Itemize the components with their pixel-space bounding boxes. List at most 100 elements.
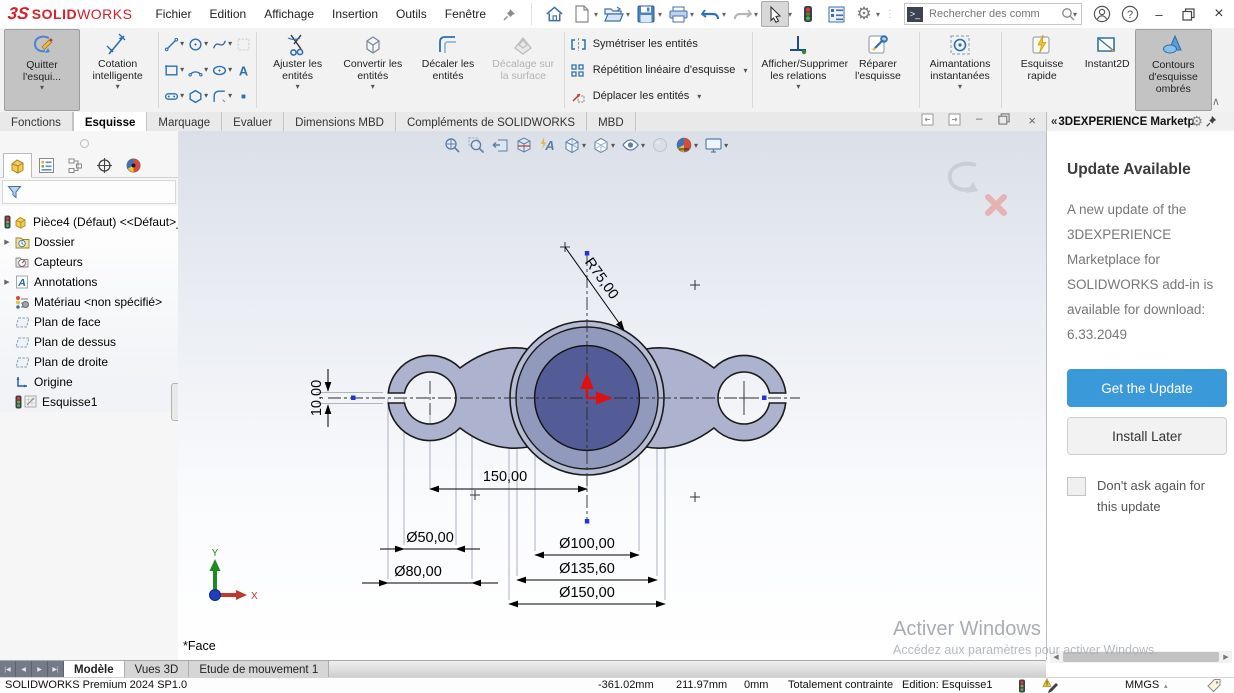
new-dropdown-caret[interactable]: ▾ (594, 10, 598, 19)
repair-sketch-button[interactable]: Réparer l'esquisse (840, 29, 915, 111)
tree-item-plan-dessus[interactable]: Plan de dessus (0, 332, 178, 352)
new-document-icon[interactable] (569, 2, 595, 26)
tree-item-plan-face[interactable]: Plan de face (0, 312, 178, 332)
split-pane-right-icon[interactable] (948, 113, 961, 130)
dont-ask-checkbox[interactable] (1067, 477, 1086, 496)
tree-item-materiau[interactable]: Matériau <non spécifié> (0, 292, 178, 312)
search-dropdown-caret[interactable]: ▾ (1073, 10, 1077, 19)
first-tab-icon[interactable]: |◀ (0, 661, 16, 678)
rectangle-tool-icon[interactable]: ▾ (163, 62, 185, 79)
open-icon[interactable] (601, 2, 627, 26)
close-document-icon[interactable]: × (1028, 113, 1036, 130)
ellipse-tool-icon[interactable]: ▾ (211, 62, 233, 79)
next-tab-icon[interactable]: ▶ (32, 661, 48, 678)
display-relations-button[interactable]: Afficher/Supprimer les relations ▾ (756, 29, 840, 111)
select-dropdown-caret[interactable]: ▾ (788, 10, 792, 19)
display-relations-caret[interactable]: ▾ (796, 83, 800, 91)
redo-dropdown-caret[interactable]: ▾ (754, 10, 758, 19)
menu-affichage[interactable]: Affichage (255, 0, 323, 28)
graphics-area[interactable]: A ▾ ▾ ▾ ▾ ▾ (178, 131, 1046, 660)
command-search[interactable]: >_ ▾ (904, 3, 1082, 25)
point-tool-icon[interactable] (235, 88, 252, 105)
options-dropdown-caret[interactable]: ▾ (876, 10, 880, 19)
tab-featuremanager-icon[interactable] (3, 153, 32, 178)
save-icon[interactable] (633, 2, 659, 26)
quick-sketch-button[interactable]: Esquisse rapide (1004, 29, 1079, 111)
minimize-document-icon[interactable]: – (976, 113, 982, 130)
open-dropdown-caret[interactable]: ▾ (626, 10, 630, 19)
tab-displaymanager-icon[interactable] (119, 153, 148, 178)
tab-evaluer[interactable]: Evaluer (222, 112, 284, 133)
menu-fenetre[interactable]: Fenêtre (436, 0, 495, 28)
scroll-thumb[interactable] (1063, 652, 1219, 662)
tree-item-annotations[interactable]: ▶ A Annotations (0, 272, 178, 292)
tree-item-origine[interactable]: Origine (0, 372, 178, 392)
split-pane-left-icon[interactable] (921, 113, 934, 130)
convert-entities-button[interactable]: Convertir les entités ▾ (335, 29, 410, 111)
options-gear-icon[interactable]: ⚙ (851, 2, 877, 26)
tab-modele[interactable]: Modèle (64, 661, 125, 678)
install-later-button[interactable]: Install Later (1067, 417, 1227, 455)
scroll-right-icon[interactable]: ▶ (1220, 653, 1232, 661)
smart-dimension-caret[interactable]: ▾ (116, 83, 120, 91)
sketch-edit-pencil-icon[interactable]: ! (1040, 678, 1058, 693)
tab-dimensions-mbd[interactable]: Dimensions MBD (284, 112, 396, 133)
tab-configurationmanager-icon[interactable] (61, 153, 90, 178)
tree-item-esquisse1[interactable]: Esquisse1 (0, 392, 178, 412)
taskpane-hscrollbar[interactable]: ◀ ▶ (1050, 651, 1232, 663)
file-properties-icon[interactable] (823, 2, 849, 26)
search-input[interactable] (927, 7, 1061, 21)
print-dropdown-caret[interactable]: ▾ (690, 10, 694, 19)
tab-mbd[interactable]: MBD (587, 112, 636, 133)
restore-document-icon[interactable] (998, 113, 1010, 130)
menu-fichier[interactable]: Fichier (146, 0, 200, 28)
slot-tool-icon[interactable]: ▾ (163, 88, 185, 105)
minimize-window-icon[interactable]: – (1144, 1, 1174, 27)
dimension-dia50[interactable]: Ø50,00 (380, 530, 480, 549)
trim-entities-button[interactable]: Ajuster les entités ▾ (260, 29, 335, 111)
linear-pattern-caret[interactable]: ▾ (743, 67, 747, 75)
tab-marquage[interactable]: Marquage (147, 112, 222, 133)
home-icon[interactable] (541, 2, 567, 26)
undo-icon[interactable] (697, 2, 723, 26)
taskpane-collapse-icon[interactable]: « (1051, 116, 1057, 128)
dimension-r75[interactable]: R75,00 (565, 247, 624, 330)
sketch-text-icon[interactable]: A (235, 62, 252, 79)
dimension-10[interactable]: 10,00 (309, 369, 328, 427)
smart-dimension-button[interactable]: Cotation intelligente ▾ (80, 29, 155, 111)
polygon-tool-icon[interactable]: ▾ (187, 88, 209, 105)
last-tab-icon[interactable]: ▶| (48, 661, 64, 678)
tree-item-dossier[interactable]: ▶ Dossier (0, 232, 178, 252)
fillet-tool-icon[interactable]: ▾ (211, 88, 233, 105)
dimension-dia135[interactable]: Ø135,60 (517, 561, 657, 580)
tab-propertymanager-icon[interactable] (32, 153, 61, 178)
tab-fonctions[interactable]: Fonctions (0, 112, 73, 133)
offset-entities-button[interactable]: Décaler les entités (410, 29, 485, 111)
circle-tool-icon[interactable]: ▾ (187, 36, 209, 53)
taskpane-gear-icon[interactable]: ⚙ (1191, 113, 1204, 130)
tab-etude-mouvement[interactable]: Etude de mouvement 1 (189, 661, 329, 678)
sketch-drawing[interactable]: R75,00 10,00 150,00 Ø50,00 Ø80,00 (178, 131, 1046, 660)
redo-icon[interactable] (729, 2, 755, 26)
arc-tool-icon[interactable]: ▾ (187, 62, 209, 79)
undo-dropdown-caret[interactable]: ▾ (722, 10, 726, 19)
account-icon[interactable] (1089, 2, 1115, 26)
dimension-dia80[interactable]: Ø80,00 (362, 564, 498, 583)
taskpane-pin-icon[interactable] (1205, 115, 1218, 128)
move-entities-caret[interactable]: ▾ (697, 93, 701, 101)
pin-menu-icon[interactable] (496, 2, 522, 26)
dimension-dia150[interactable]: Ø150,00 (509, 585, 665, 604)
expand-arrow-icon[interactable]: ▶ (0, 278, 14, 286)
tree-filter[interactable] (2, 180, 176, 204)
tag-icon[interactable] (1206, 678, 1222, 693)
tab-complements[interactable]: Compléments de SOLIDWORKS (396, 112, 587, 133)
tree-item-plan-droite[interactable]: Plan de droite (0, 352, 178, 372)
tree-root-item[interactable]: Pièce4 (Défaut) <<Défaut>_E (0, 212, 178, 232)
move-entities-button[interactable]: Déplacer les entités ▾ (570, 83, 748, 109)
line-tool-icon[interactable]: ▾ (163, 36, 185, 53)
save-dropdown-caret[interactable]: ▾ (658, 10, 662, 19)
collapse-ribbon-icon[interactable]: ∧ (1212, 95, 1220, 108)
prev-tab-icon[interactable]: ◀ (16, 661, 32, 678)
panel-splitter-dot[interactable] (80, 139, 89, 148)
convert-caret[interactable]: ▾ (371, 83, 375, 91)
